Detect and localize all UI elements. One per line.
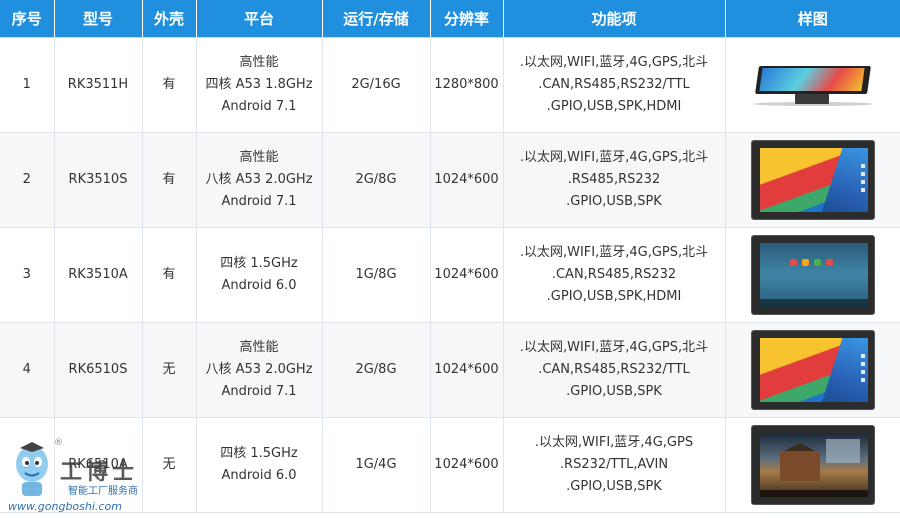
table-row: 3 RK3510A 有 四核 1.5GHz Android 6.0 1G/8G … — [0, 227, 900, 323]
platform-line: 高性能 — [239, 340, 279, 355]
header-memory: 运行/存储 — [322, 0, 431, 38]
product-table: 序号 型号 外壳 平台 运行/存储 分辨率 功能项 样图 1 RK3511H 有… — [0, 0, 900, 513]
header-shell: 外壳 — [142, 0, 197, 38]
feature-line: .GPIO,USB,SPK,HDMI — [546, 99, 682, 114]
feature-line: .GPIO,USB,SPK,HDMI — [546, 289, 682, 304]
cell-resolution: 1024*600 — [430, 132, 504, 228]
cell-model: RK6510S — [54, 322, 143, 418]
cell-resolution: 1024*600 — [430, 227, 504, 323]
feature-line: .CAN,RS485,RS232 — [551, 267, 677, 282]
cell-memory: 1G/4G — [322, 417, 431, 513]
platform-line: 四核 1.5GHz — [220, 256, 298, 271]
feature-line: .RS232/TTL,AVIN — [559, 457, 669, 472]
cell-features: .以太网,WIFI,蓝牙,4G,GPS .RS232/TTL,AVIN .GPI… — [503, 417, 726, 513]
cell-shell: 无 — [142, 322, 197, 418]
platform-line: 高性能 — [239, 55, 279, 70]
table-row: 2 RK3510S 有 高性能 八核 A53 2.0GHz Android 7.… — [0, 132, 900, 228]
feature-line: .RS485,RS232 — [567, 172, 661, 187]
feature-line: .以太网,WIFI,蓝牙,4G,GPS,北斗 — [519, 340, 709, 355]
feature-line: .以太网,WIFI,蓝牙,4G,GPS — [534, 435, 694, 450]
platform-line: 八核 A53 2.0GHz — [205, 172, 313, 187]
cell-platform: 高性能 八核 A53 2.0GHz Android 7.1 — [196, 132, 323, 228]
cell-shell: 有 — [142, 227, 197, 323]
feature-line: .GPIO,USB,SPK — [566, 384, 662, 399]
cell-index: 4 — [0, 322, 55, 418]
cell-platform: 四核 1.5GHz Android 6.0 — [196, 227, 323, 323]
cell-shell: 有 — [142, 132, 197, 228]
cell-sample-image — [725, 227, 900, 323]
platform-line: Android 6.0 — [221, 468, 297, 483]
cell-resolution: 1024*600 — [430, 322, 504, 418]
cell-shell: 有 — [142, 37, 197, 133]
feature-line: .以太网,WIFI,蓝牙,4G,GPS,北斗 — [519, 55, 709, 70]
platform-line: Android 6.0 — [221, 278, 297, 293]
feature-line: .GPIO,USB,SPK — [566, 194, 662, 209]
table-row: 4 RK6510S 无 高性能 八核 A53 2.0GHz Android 7.… — [0, 322, 900, 418]
feature-line: .CAN,RS485,RS232/TTL — [538, 77, 690, 92]
platform-line: 高性能 — [239, 150, 279, 165]
cell-features: .以太网,WIFI,蓝牙,4G,GPS,北斗 .CAN,RS485,RS232/… — [503, 37, 726, 133]
header-index: 序号 — [0, 0, 55, 38]
header-platform: 平台 — [196, 0, 323, 38]
feature-line: .以太网,WIFI,蓝牙,4G,GPS,北斗 — [519, 150, 709, 165]
cell-index: 5 — [0, 417, 55, 513]
cell-index: 2 — [0, 132, 55, 228]
header-row: 序号 型号 外壳 平台 运行/存储 分辨率 功能项 样图 — [0, 0, 900, 38]
product-image-angled-panel — [751, 62, 875, 108]
cell-platform: 高性能 四核 A53 1.8GHz Android 7.1 — [196, 37, 323, 133]
platform-line: 四核 1.5GHz — [220, 446, 298, 461]
cell-shell: 无 — [142, 417, 197, 513]
product-image-tablet — [750, 235, 875, 315]
product-image-tablet — [750, 140, 875, 220]
product-image-tablet — [750, 425, 875, 505]
feature-line: .以太网,WIFI,蓝牙,4G,GPS,北斗 — [519, 245, 709, 260]
header-model: 型号 — [54, 0, 143, 38]
platform-line: Android 7.1 — [221, 384, 297, 399]
cell-platform: 四核 1.5GHz Android 6.0 — [196, 417, 323, 513]
cell-index: 3 — [0, 227, 55, 323]
feature-line: .CAN,RS485,RS232/TTL — [538, 362, 690, 377]
cell-features: .以太网,WIFI,蓝牙,4G,GPS,北斗 .CAN,RS485,RS232 … — [503, 227, 726, 323]
feature-line: .GPIO,USB,SPK — [566, 479, 662, 494]
table-row: 5 RK6510A 无 四核 1.5GHz Android 6.0 1G/4G … — [0, 417, 900, 513]
platform-line: Android 7.1 — [221, 99, 297, 114]
cell-model: RK3510A — [54, 227, 143, 323]
cell-memory: 1G/8G — [322, 227, 431, 323]
cell-model: RK3511H — [54, 37, 143, 133]
table-row: 1 RK3511H 有 高性能 四核 A53 1.8GHz Android 7.… — [0, 37, 900, 133]
platform-line: Android 7.1 — [221, 194, 297, 209]
cell-model: RK3510S — [54, 132, 143, 228]
cell-resolution: 1280*800 — [430, 37, 504, 133]
platform-line: 八核 A53 2.0GHz — [205, 362, 313, 377]
cell-index: 1 — [0, 37, 55, 133]
header-image: 样图 — [725, 0, 900, 38]
cell-features: .以太网,WIFI,蓝牙,4G,GPS,北斗 .CAN,RS485,RS232/… — [503, 322, 726, 418]
cell-features: .以太网,WIFI,蓝牙,4G,GPS,北斗 .RS485,RS232 .GPI… — [503, 132, 726, 228]
product-image-tablet — [750, 330, 875, 410]
cell-sample-image — [725, 37, 900, 133]
platform-line: 四核 A53 1.8GHz — [205, 77, 313, 92]
cell-sample-image — [725, 132, 900, 228]
header-resolution: 分辨率 — [430, 0, 504, 38]
cell-memory: 2G/8G — [322, 132, 431, 228]
cell-model: RK6510A — [54, 417, 143, 513]
cell-resolution: 1024*600 — [430, 417, 504, 513]
header-features: 功能项 — [503, 0, 726, 38]
cell-sample-image — [725, 322, 900, 418]
cell-memory: 2G/16G — [322, 37, 431, 133]
cell-sample-image — [725, 417, 900, 513]
cell-platform: 高性能 八核 A53 2.0GHz Android 7.1 — [196, 322, 323, 418]
cell-memory: 2G/8G — [322, 322, 431, 418]
